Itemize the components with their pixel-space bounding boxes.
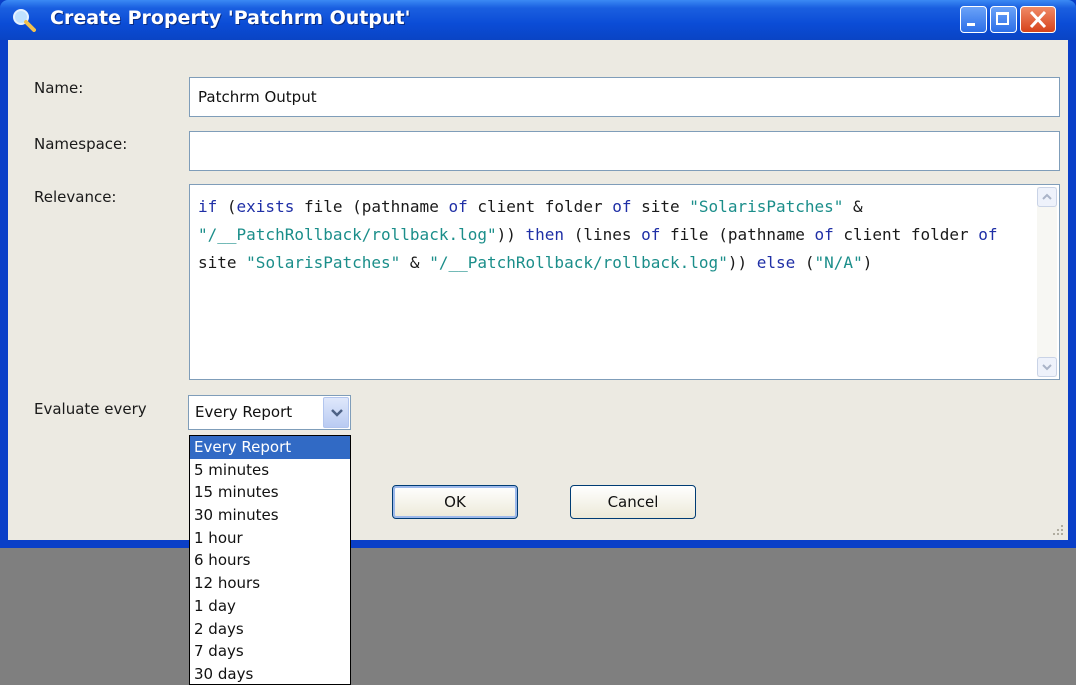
scroll-up-button[interactable] <box>1037 187 1057 207</box>
relevance-token: ) <box>862 253 873 272</box>
close-icon <box>1029 10 1047 29</box>
relevance-token: )) <box>496 225 526 244</box>
dropdown-option[interactable]: 6 hours <box>190 549 350 572</box>
dropdown-option[interactable]: 5 minutes <box>190 459 350 482</box>
relevance-token: of <box>641 225 661 244</box>
dropdown-option[interactable]: 30 minutes <box>190 504 350 527</box>
relevance-token: then <box>525 225 565 244</box>
dialog-body: Name: Patchrm Output Namespace: Relevanc… <box>8 40 1068 540</box>
dropdown-option[interactable]: 12 hours <box>190 572 350 595</box>
evaluate-dropdown-list[interactable]: Every Report 5 minutes 15 minutes 30 minute… <box>189 435 351 685</box>
window-title: Create Property 'Patchrm Output' <box>50 7 411 29</box>
relevance-token: of <box>448 197 468 216</box>
magnifier-icon <box>13 9 36 32</box>
relevance-token: ( <box>217 197 237 216</box>
name-input[interactable]: Patchrm Output <box>189 77 1060 117</box>
chevron-down-icon <box>331 409 343 417</box>
relevance-token: "/__PatchRollback/rollback.log" <box>429 253 728 272</box>
relevance-token: if <box>198 197 218 216</box>
evaluate-selected-value: Every Report <box>195 403 293 421</box>
relevance-token: )) <box>727 253 757 272</box>
dropdown-option[interactable]: 2 days <box>190 618 350 641</box>
minimize-button[interactable] <box>960 6 987 33</box>
relevance-label: Relevance: <box>34 188 117 206</box>
name-label: Name: <box>34 79 84 97</box>
relevance-token: client folder <box>467 197 613 216</box>
dropdown-option[interactable]: 1 hour <box>190 527 350 550</box>
namespace-label: Namespace: <box>34 135 128 153</box>
dropdown-option[interactable]: 1 day <box>190 595 350 618</box>
dialog-window: Create Property 'Patchrm Output' Name: P… <box>0 0 1076 548</box>
close-button[interactable] <box>1020 6 1056 33</box>
namespace-input[interactable] <box>189 131 1060 171</box>
evaluate-label: Evaluate every <box>34 400 147 418</box>
relevance-token: file (pathname <box>294 197 449 216</box>
relevance-token: exists <box>236 197 295 216</box>
relevance-token: of <box>814 225 834 244</box>
dropdown-arrow-button[interactable] <box>323 397 349 428</box>
relevance-token: "SolarisPatches" <box>246 253 401 272</box>
ok-button[interactable]: OK <box>392 485 518 519</box>
relevance-token: & <box>843 197 873 216</box>
chevron-up-icon <box>1042 193 1052 200</box>
evaluate-select[interactable]: Every Report <box>188 395 351 430</box>
relevance-token: of <box>978 225 998 244</box>
dropdown-option[interactable]: Every Report <box>190 436 350 459</box>
relevance-token: "SolarisPatches" <box>689 197 844 216</box>
relevance-token: (lines <box>564 225 642 244</box>
maximize-button[interactable] <box>990 6 1017 33</box>
resize-grip-icon[interactable] <box>1052 524 1064 536</box>
dropdown-option[interactable]: 30 days <box>190 663 350 684</box>
relevance-expression: if (exists file (pathname of client fold… <box>198 193 1030 277</box>
relevance-token: "/__PatchRollback/rollback.log" <box>198 225 497 244</box>
relevance-token: site <box>631 197 690 216</box>
relevance-token: else <box>756 253 796 272</box>
relevance-token: client folder <box>833 225 979 244</box>
relevance-textarea[interactable]: if (exists file (pathname of client fold… <box>189 184 1060 380</box>
scroll-down-button[interactable] <box>1037 357 1057 377</box>
title-bar[interactable]: Create Property 'Patchrm Output' <box>0 0 1076 40</box>
relevance-scrollbar[interactable] <box>1037 187 1057 377</box>
chevron-down-icon <box>1042 364 1052 371</box>
relevance-token: ( <box>795 253 815 272</box>
relevance-token: "N/A" <box>814 253 863 272</box>
cancel-button[interactable]: Cancel <box>570 485 696 519</box>
relevance-token: of <box>612 197 632 216</box>
relevance-token: file (pathname <box>660 225 815 244</box>
relevance-token: & <box>400 253 430 272</box>
dropdown-option[interactable]: 15 minutes <box>190 481 350 504</box>
dropdown-option[interactable]: 7 days <box>190 640 350 663</box>
